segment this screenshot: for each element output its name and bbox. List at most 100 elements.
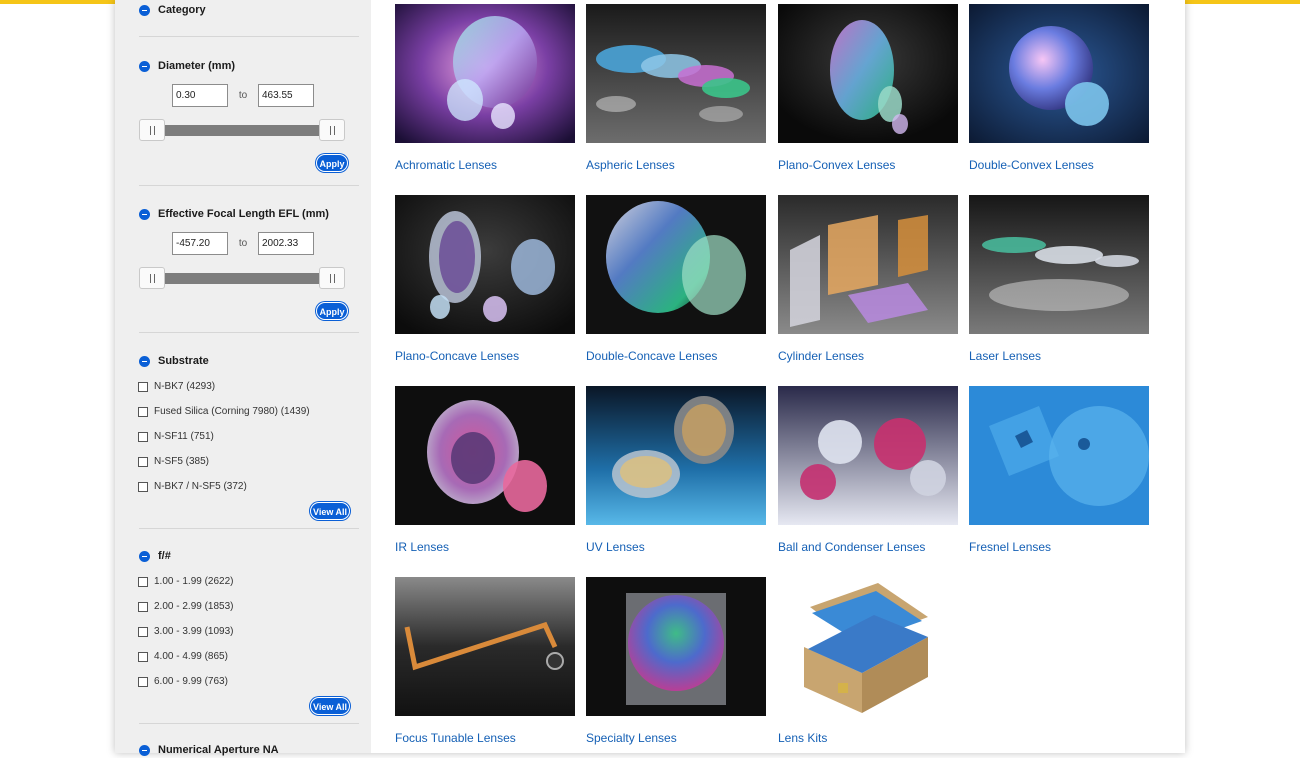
double-convex-lens-image[interactable] <box>969 4 1149 143</box>
collapse-icon[interactable] <box>139 4 150 16</box>
uv-lens-image[interactable] <box>586 386 766 525</box>
checkbox[interactable] <box>138 456 148 467</box>
efl-slider[interactable] <box>139 267 345 289</box>
diameter-max-input[interactable] <box>258 84 314 107</box>
product-tile-aspheric[interactable]: Aspheric Lenses <box>586 4 766 172</box>
product-tile-focus-tunable[interactable]: Focus Tunable Lenses <box>395 577 575 745</box>
specialty-lens-image[interactable] <box>586 577 766 716</box>
collapse-icon[interactable] <box>139 550 150 562</box>
fnumber-options: 1.00 - 1.99 (2622) 2.00 - 2.99 (1853) 3.… <box>138 569 358 694</box>
slider-max-handle[interactable] <box>319 267 345 289</box>
checkbox[interactable] <box>138 601 148 612</box>
substrate-option[interactable]: N-SF5 (385) <box>138 449 358 474</box>
product-label[interactable]: IR Lenses <box>395 540 575 554</box>
product-tile-specialty[interactable]: Specialty Lenses <box>586 577 766 745</box>
fnumber-option[interactable]: 1.00 - 1.99 (2622) <box>138 569 358 594</box>
checkbox[interactable] <box>138 651 148 662</box>
product-label[interactable]: Double-Convex Lenses <box>969 158 1149 172</box>
slider-min-handle[interactable] <box>139 267 165 289</box>
efl-apply-button[interactable]: Apply <box>316 302 348 320</box>
product-tile-cylinder[interactable]: Cylinder Lenses <box>778 195 958 363</box>
substrate-option[interactable]: Fused Silica (Corning 7980) (1439) <box>138 399 358 424</box>
fnumber-view-all-button[interactable]: View All <box>310 697 350 715</box>
product-tile-plano-convex[interactable]: Plano-Convex Lenses <box>778 4 958 172</box>
collapse-icon[interactable] <box>139 355 150 367</box>
product-label[interactable]: Specialty Lenses <box>586 731 766 745</box>
product-label[interactable]: Laser Lenses <box>969 349 1149 363</box>
ir-lens-image[interactable] <box>395 386 575 525</box>
product-label[interactable]: Double-Concave Lenses <box>586 349 766 363</box>
product-label[interactable]: Achromatic Lenses <box>395 158 575 172</box>
product-label[interactable]: Plano-Concave Lenses <box>395 349 575 363</box>
product-tile-plano-concave[interactable]: Plano-Concave Lenses <box>395 195 575 363</box>
product-label[interactable]: Ball and Condenser Lenses <box>778 540 958 554</box>
plano-convex-lens-image[interactable] <box>778 4 958 143</box>
product-tile-double-convex[interactable]: Double-Convex Lenses <box>969 4 1149 172</box>
diameter-apply-button[interactable]: Apply <box>316 154 348 172</box>
product-label[interactable]: Lens Kits <box>778 731 958 745</box>
slider-max-handle[interactable] <box>319 119 345 141</box>
facet-fnumber[interactable]: f/# <box>139 548 359 564</box>
efl-range-inputs: to <box>172 232 314 255</box>
product-label[interactable]: Fresnel Lenses <box>969 540 1149 554</box>
facet-numerical-aperture[interactable]: Numerical Aperture NA <box>139 742 359 758</box>
facet-category[interactable]: Category <box>139 2 359 18</box>
ball-lens-image[interactable] <box>778 386 958 525</box>
double-concave-lens-image[interactable] <box>586 195 766 334</box>
substrate-option[interactable]: N-BK7 / N-SF5 (372) <box>138 474 358 499</box>
range-to-label: to <box>238 238 248 249</box>
product-label[interactable]: Cylinder Lenses <box>778 349 958 363</box>
option-label: N-BK7 / N-SF5 (372) <box>154 481 247 492</box>
facet-diameter[interactable]: Diameter (mm) <box>139 58 359 74</box>
checkbox[interactable] <box>138 576 148 587</box>
achromatic-lens-image[interactable] <box>395 4 575 143</box>
checkbox[interactable] <box>138 676 148 687</box>
checkbox[interactable] <box>138 431 148 442</box>
fnumber-option[interactable]: 4.00 - 4.99 (865) <box>138 644 358 669</box>
checkbox[interactable] <box>138 406 148 417</box>
diameter-slider[interactable] <box>139 119 345 141</box>
substrate-view-all-button[interactable]: View All <box>310 502 350 520</box>
product-tile-fresnel[interactable]: Fresnel Lenses <box>969 386 1149 554</box>
cylinder-lens-image[interactable] <box>778 195 958 334</box>
aspheric-lens-image[interactable] <box>586 4 766 143</box>
efl-max-input[interactable] <box>258 232 314 255</box>
checkbox[interactable] <box>138 481 148 492</box>
filter-sidebar: Category Diameter (mm) to Apply <box>115 0 371 756</box>
option-label: Fused Silica (Corning 7980) (1439) <box>154 406 310 417</box>
product-label[interactable]: UV Lenses <box>586 540 766 554</box>
collapse-icon[interactable] <box>139 60 150 72</box>
substrate-option[interactable]: N-SF11 (751) <box>138 424 358 449</box>
laser-lens-image[interactable] <box>969 195 1149 334</box>
collapse-icon[interactable] <box>139 744 150 756</box>
slider-min-handle[interactable] <box>139 119 165 141</box>
checkbox[interactable] <box>138 626 148 637</box>
diameter-range-inputs: to <box>172 84 314 107</box>
fresnel-lens-image[interactable] <box>969 386 1149 525</box>
option-label: N-BK7 (4293) <box>154 381 216 392</box>
product-tile-ball[interactable]: Ball and Condenser Lenses <box>778 386 958 554</box>
product-label[interactable]: Focus Tunable Lenses <box>395 731 575 745</box>
checkbox[interactable] <box>138 381 148 392</box>
product-tile-ir[interactable]: IR Lenses <box>395 386 575 554</box>
tunable-lens-image[interactable] <box>395 577 575 716</box>
fnumber-option[interactable]: 2.00 - 2.99 (1853) <box>138 594 358 619</box>
plano-concave-lens-image[interactable] <box>395 195 575 334</box>
product-tile-uv[interactable]: UV Lenses <box>586 386 766 554</box>
slider-track <box>153 125 331 136</box>
collapse-icon[interactable] <box>139 208 150 220</box>
product-tile-achromatic[interactable]: Achromatic Lenses <box>395 4 575 172</box>
substrate-option[interactable]: N-BK7 (4293) <box>138 374 358 399</box>
product-tile-lens-kits[interactable]: Lens Kits <box>778 577 958 745</box>
diameter-min-input[interactable] <box>172 84 228 107</box>
product-label[interactable]: Plano-Convex Lenses <box>778 158 958 172</box>
facet-efl[interactable]: Effective Focal Length EFL (mm) <box>139 206 359 222</box>
facet-substrate[interactable]: Substrate <box>139 353 359 369</box>
product-label[interactable]: Aspheric Lenses <box>586 158 766 172</box>
efl-min-input[interactable] <box>172 232 228 255</box>
lens-kit-image[interactable] <box>778 577 958 716</box>
fnumber-option[interactable]: 6.00 - 9.99 (763) <box>138 669 358 694</box>
product-tile-double-concave[interactable]: Double-Concave Lenses <box>586 195 766 363</box>
product-tile-laser[interactable]: Laser Lenses <box>969 195 1149 363</box>
fnumber-option[interactable]: 3.00 - 3.99 (1093) <box>138 619 358 644</box>
